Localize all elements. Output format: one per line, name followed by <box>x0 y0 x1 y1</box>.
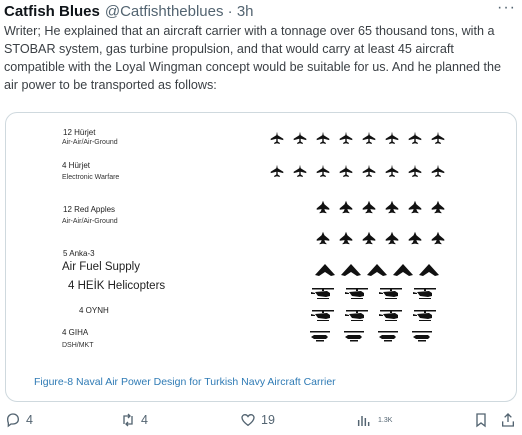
like-count: 19 <box>261 413 275 427</box>
jet-icon <box>382 164 402 178</box>
group-sub-giha: DSH/MKT <box>62 342 94 349</box>
drone-helicopter-icon <box>410 329 434 343</box>
jet-icon <box>405 131 425 145</box>
flying-wing-icon <box>341 263 361 277</box>
group-title-red-apples: 12 Red Apples <box>63 205 116 214</box>
helicopter-icon <box>345 308 369 322</box>
helicopter-icon <box>413 286 437 300</box>
views-button[interactable]: 1.3K <box>356 412 392 428</box>
tweet-actions: 4 4 19 1.3K <box>0 412 522 432</box>
bookmark-icon <box>476 413 486 428</box>
figure-image[interactable]: 12 Hürjet Air-Air/Air-Ground 4 Hürjet El… <box>5 112 517 402</box>
group-sub-red-apples: Air-Air/Air-Ground <box>62 218 118 225</box>
repost-count: 4 <box>141 413 148 427</box>
drone-helicopter-icon <box>342 329 366 343</box>
icons-red-apples-row-1 <box>313 200 448 214</box>
figure-caption: Figure-8 Naval Air Power Design for Turk… <box>34 376 336 388</box>
jet-icon <box>290 131 310 145</box>
icons-heik <box>311 286 437 300</box>
helicopter-icon <box>379 308 403 322</box>
flying-wing-icon <box>315 263 335 277</box>
flying-wing-icon <box>393 263 413 277</box>
reply-button[interactable]: 4 <box>5 412 33 428</box>
reply-count: 4 <box>26 413 33 427</box>
helicopter-icon <box>311 308 335 322</box>
icons-oynh <box>311 308 437 322</box>
jet-icon <box>382 131 402 145</box>
group-sub-hurjet-aa: Air-Air/Air-Ground <box>62 139 118 146</box>
icons-hurjet-row-2 <box>267 164 448 178</box>
drone-helicopter-icon <box>308 329 332 343</box>
stealth-jet-icon <box>336 200 356 214</box>
jet-icon <box>267 131 287 145</box>
jet-icon <box>428 164 448 178</box>
helicopter-icon <box>413 308 437 322</box>
flying-wing-icon <box>419 263 439 277</box>
tweet-timestamp[interactable]: 3h <box>237 3 254 20</box>
helicopter-icon <box>311 286 335 300</box>
jet-icon <box>359 131 379 145</box>
stealth-jet-icon <box>359 200 379 214</box>
group-title-hurjet-ew: 4 Hürjet <box>62 161 91 170</box>
group-title-hurjet-aa: 12 Hürjet <box>63 128 96 137</box>
jet-icon <box>359 164 379 178</box>
icons-anka3 <box>315 263 439 277</box>
jet-icon <box>267 164 287 178</box>
stealth-jet-icon <box>428 200 448 214</box>
jet-icon <box>313 131 333 145</box>
helicopter-icon <box>345 286 369 300</box>
jet-icon <box>313 164 333 178</box>
stealth-jet-icon <box>405 200 425 214</box>
jet-icon <box>290 164 310 178</box>
repost-icon <box>123 413 133 427</box>
flying-wing-icon <box>367 263 387 277</box>
icons-hurjet-row-1 <box>267 131 448 145</box>
stealth-jet-icon <box>382 231 402 245</box>
group-title-giha: 4 GIHA <box>62 328 89 337</box>
tweet-text: Writer; He explained that an aircraft ca… <box>4 24 502 92</box>
jet-icon <box>336 164 356 178</box>
icons-giha <box>308 329 434 343</box>
heart-icon <box>241 413 255 427</box>
drone-helicopter-icon <box>376 329 400 343</box>
helicopter-icon <box>379 286 403 300</box>
group-sub-anka3: Air Fuel Supply <box>62 261 140 273</box>
group-sub-hurjet-ew: Electronic Warfare <box>62 174 120 181</box>
author-name[interactable]: Catfish Blues <box>4 3 100 20</box>
stealth-jet-icon <box>313 231 333 245</box>
share-button[interactable] <box>500 412 516 428</box>
jet-icon <box>428 131 448 145</box>
reply-icon <box>6 413 20 428</box>
stealth-jet-icon <box>405 231 425 245</box>
stealth-jet-icon <box>359 231 379 245</box>
stealth-jet-icon <box>336 231 356 245</box>
more-options-icon[interactable]: ··· <box>497 0 516 17</box>
tweet-header: Catfish Blues @Catfishtheblues · 3h ··· <box>4 0 518 21</box>
stealth-jet-icon <box>428 231 448 245</box>
jet-icon <box>336 131 356 145</box>
share-icon <box>502 413 514 427</box>
author-handle[interactable]: @Catfishtheblues · 3h <box>105 3 254 20</box>
stealth-jet-icon <box>313 200 333 214</box>
jet-icon <box>405 164 425 178</box>
repost-button[interactable]: 4 <box>120 412 148 428</box>
group-title-oynh: 4 OYNH <box>79 306 109 315</box>
bookmark-button[interactable] <box>473 412 489 428</box>
view-count: 1.3K <box>378 416 393 424</box>
analytics-icon <box>357 416 370 426</box>
like-button[interactable]: 19 <box>240 412 275 428</box>
stealth-jet-icon <box>382 200 402 214</box>
group-title-heik: 4 HEİK Helicopters <box>68 280 166 292</box>
group-title-anka3: 5 Anka-3 <box>63 249 95 258</box>
icons-red-apples-row-2 <box>313 231 448 245</box>
